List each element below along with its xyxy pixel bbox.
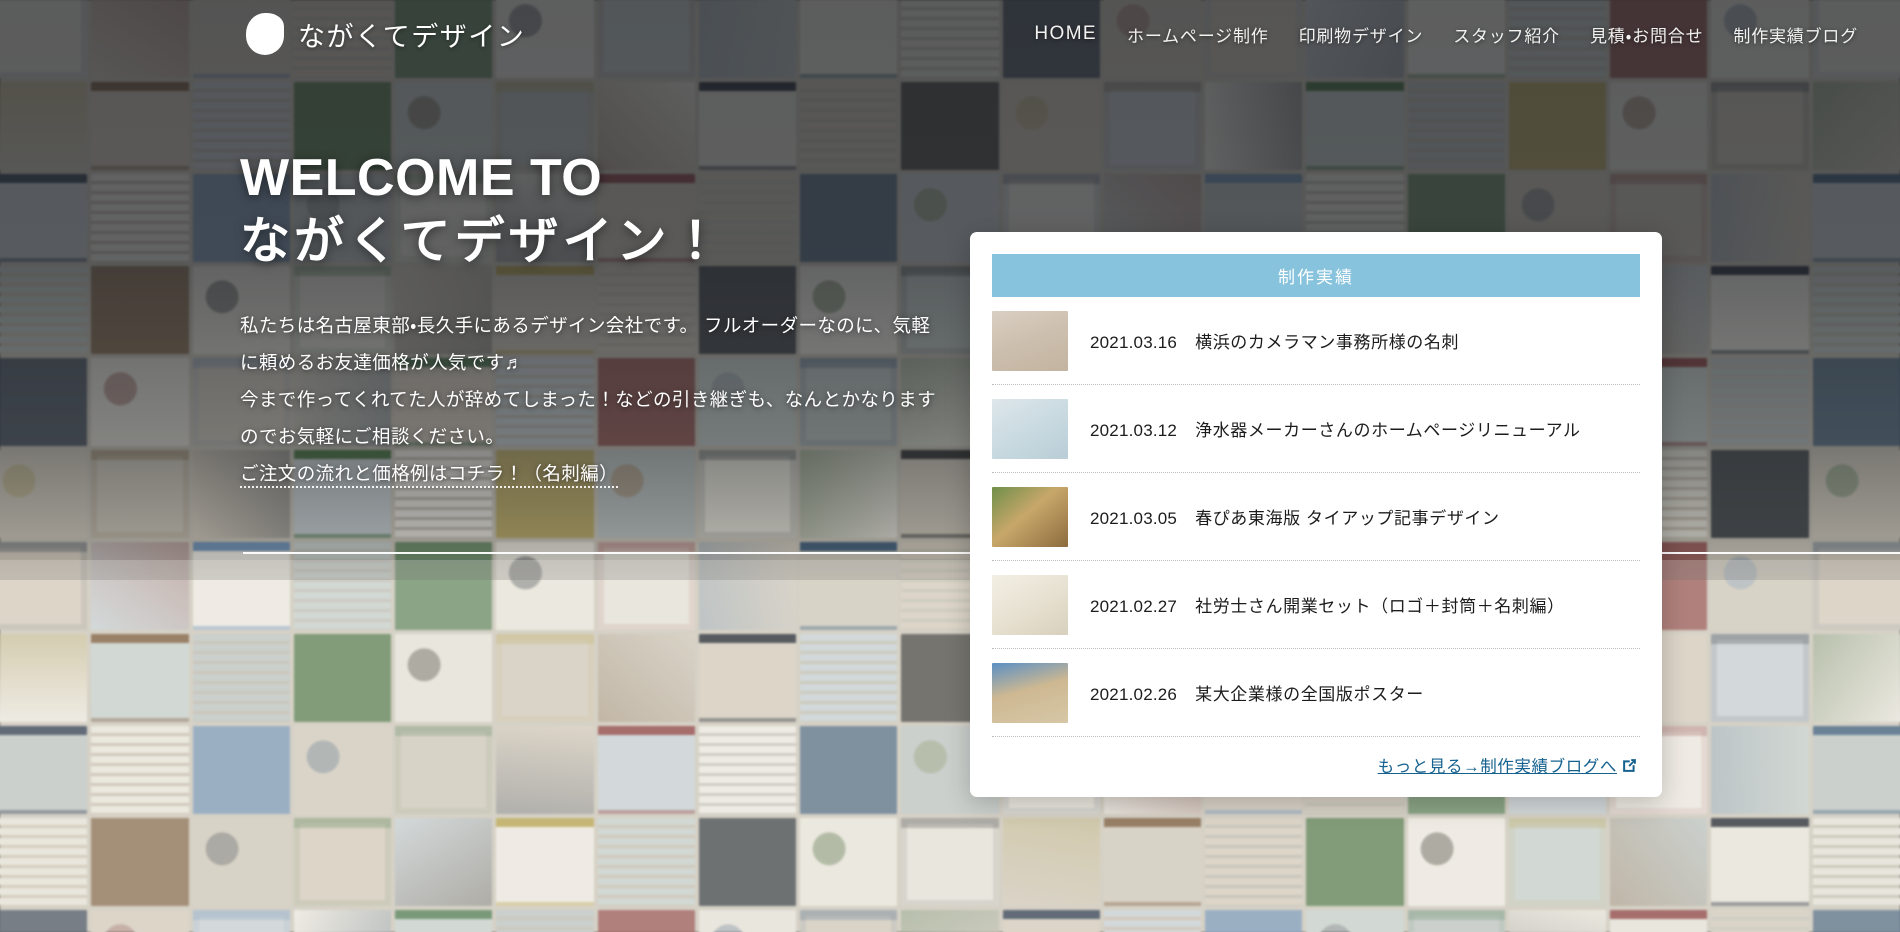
works-more-label: もっと見る→制作実績ブログへ: [1377, 758, 1617, 776]
work-row[interactable]: 2021.03.05 春ぴあ東海版 タイアップ記事デザイン: [992, 473, 1640, 561]
brand-name: ながくてデザイン: [298, 21, 526, 52]
work-row-text: 2021.03.05 春ぴあ東海版 タイアップ記事デザイン: [1090, 504, 1500, 529]
nav-mitsumori-otoiawase[interactable]: 見積・お問合せ: [1590, 22, 1703, 47]
hero-title-en: WELCOME TO: [240, 149, 603, 207]
work-row[interactable]: 2021.03.16 横浜のカメラマン事務所様の名刺: [992, 297, 1640, 385]
site-header: ながくてデザイン HOME ホームページ制作 印刷物デザイン スタッフ紹介 見積・お問合…: [0, 0, 1900, 68]
work-row[interactable]: 2021.02.26 某大企業様の全国版ポスター: [992, 649, 1640, 737]
hero-paragraph-2: 今まで作ってくれてた人が辞めてしまった！などの引き継ぎも、なんとかなりますのでお…: [240, 388, 936, 447]
work-row-text: 2021.03.16 横浜のカメラマン事務所様の名刺: [1090, 328, 1459, 353]
nav-home[interactable]: HOME: [1034, 23, 1097, 45]
work-row[interactable]: 2021.03.12 浄水器メーカーさんのホームページリニューアル: [992, 385, 1640, 473]
hero-title-jp: ながくてデザイン！: [240, 213, 725, 270]
work-row-title: 横浜のカメラマン事務所様の名刺: [1195, 333, 1460, 352]
work-row-date: 2021.03.12: [1090, 421, 1178, 440]
work-row-text: 2021.02.26 某大企業様の全国版ポスター: [1090, 680, 1424, 705]
work-row-text: 2021.02.27 社労士さん開業セット（ロゴ＋封筒＋名刺編）: [1090, 592, 1565, 617]
work-row-date: 2021.02.27: [1090, 597, 1178, 616]
main-nav: HOME ホームページ制作 印刷物デザイン スタッフ紹介 見積・お問合せ 制作実績ブログ: [1034, 22, 1878, 47]
work-row-date: 2021.03.16: [1090, 333, 1178, 352]
work-row-date: 2021.03.05: [1090, 509, 1178, 528]
order-flow-link[interactable]: ご注文の流れと価格例はコチラ！（名刺編）: [240, 462, 619, 488]
external-link-icon: [1621, 757, 1638, 774]
nav-homepage-seisaku[interactable]: ホームページ制作: [1127, 22, 1269, 47]
water-purifier-website-thumbnail: [992, 398, 1068, 459]
nav-insatsubutsu-design[interactable]: 印刷物デザイン: [1299, 22, 1424, 47]
hero-body: 私たちは名古屋東部・長久手にあるデザイン会社です。 フルオーダーなのに、気軽に頼…: [240, 307, 940, 492]
business-card-on-wood-thumbnail: [992, 310, 1068, 371]
work-row-title: 春ぴあ東海版 タイアップ記事デザイン: [1195, 509, 1500, 528]
works-card: 制作実績 2021.03.16 横浜のカメラマン事務所様の名刺 2021.03.12…: [970, 232, 1662, 797]
work-row[interactable]: 2021.02.27 社労士さん開業セット（ロゴ＋封筒＋名刺編）: [992, 561, 1640, 649]
work-row-title: 社労士さん開業セット（ロゴ＋封筒＋名刺編）: [1195, 597, 1565, 616]
hero-link-line: ご注文の流れと価格例はコチラ！（名刺編）: [240, 455, 940, 492]
envelope-and-card-set-thumbnail: [992, 574, 1068, 635]
page-root: ながくてデザイン HOME ホームページ制作 印刷物デザイン スタッフ紹介 見積・お問合…: [0, 0, 1900, 932]
works-card-title: 制作実績: [1278, 268, 1354, 287]
blob-logo-icon: [246, 13, 284, 55]
nav-staff-shoukai[interactable]: スタッフ紹介: [1453, 22, 1560, 47]
hero-section: WELCOME TO ながくてデザイン！ 私たちは名古屋東部・長久手にあるデザイ…: [240, 150, 960, 492]
hero-paragraph-1: 私たちは名古屋東部・長久手にあるデザイン会社です。 フルオーダーなのに、気軽に頼…: [240, 314, 931, 373]
work-row-title: 浄水器メーカーさんのホームページリニューアル: [1195, 421, 1581, 440]
brand[interactable]: ながくてデザイン: [246, 13, 525, 55]
cardboard-boxes-poster-thumbnail: [992, 662, 1068, 723]
work-row-title: 某大企業様の全国版ポスター: [1195, 685, 1424, 704]
work-row-date: 2021.02.26: [1090, 685, 1178, 704]
works-card-header: 制作実績: [992, 254, 1640, 297]
magazine-spread-thumbnail: [992, 486, 1068, 547]
works-list: 2021.03.16 横浜のカメラマン事務所様の名刺 2021.03.12 浄水器メー…: [992, 297, 1640, 737]
works-more-link[interactable]: もっと見る→制作実績ブログへ: [992, 737, 1640, 783]
nav-seisaku-jisseki-blog[interactable]: 制作実績ブログ: [1733, 22, 1858, 47]
work-row-text: 2021.03.12 浄水器メーカーさんのホームページリニューアル: [1090, 416, 1581, 441]
